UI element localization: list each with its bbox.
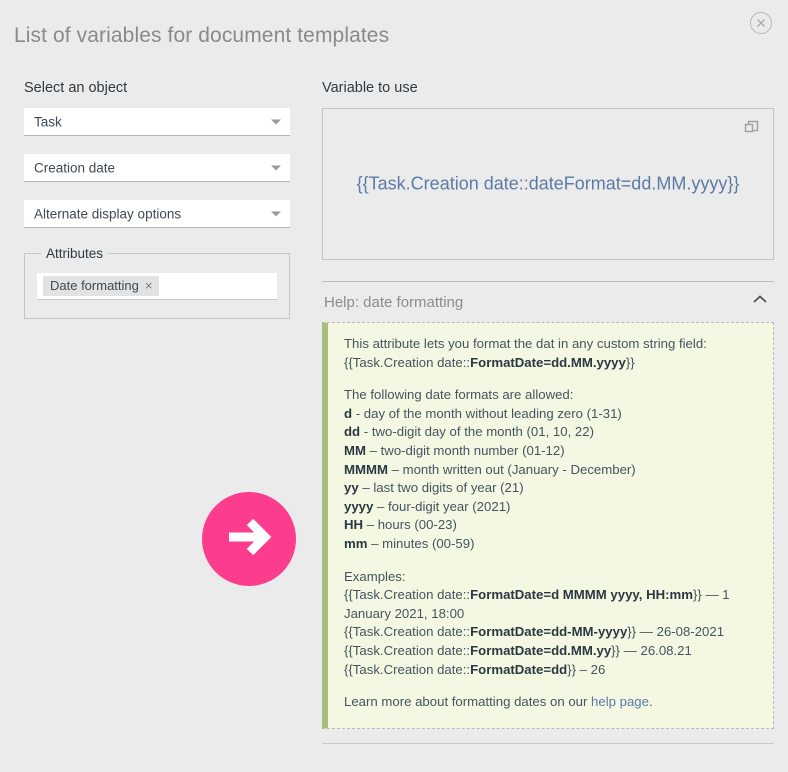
field-select-value: Creation date xyxy=(34,160,116,175)
help-section-header[interactable]: Help: date formatting xyxy=(322,282,774,322)
chevron-up-icon[interactable] xyxy=(750,293,770,312)
format-desc: - two-digit day of the month (01, 10, 22… xyxy=(360,424,594,440)
remove-chip-icon[interactable]: × xyxy=(145,279,153,292)
format-desc: – two-digit month number (01-12) xyxy=(365,442,565,458)
field-select[interactable]: Creation date xyxy=(24,154,290,182)
variable-to-use-label: Variable to use xyxy=(322,80,418,96)
format-desc: - day of the month without leading zero … xyxy=(352,405,622,421)
copy-icon[interactable] xyxy=(743,119,761,142)
variable-panel: Variable to use {{Task.Creation date::da… xyxy=(322,80,774,744)
chevron-down-icon xyxy=(271,165,281,170)
format-token: yyyy xyxy=(344,498,374,514)
format-desc: – month written out (January - December) xyxy=(387,461,636,477)
annotation-arrow xyxy=(202,492,296,586)
object-select-value: Task xyxy=(34,114,62,129)
help-intro-line1: This attribute lets you format the dat i… xyxy=(344,336,707,351)
chevron-down-icon xyxy=(271,119,281,124)
arrow-right-icon xyxy=(221,514,277,565)
page-title: List of variables for document templates xyxy=(14,24,390,47)
display-options-select[interactable]: Alternate display options xyxy=(24,200,290,228)
format-token: MM xyxy=(344,442,366,458)
variable-display-box: {{Task.Creation date::dateFormat=dd.MM.y… xyxy=(322,108,774,260)
bottom-divider xyxy=(322,742,774,744)
example-bold: FormatDate=dd-MM-yyyy xyxy=(470,624,628,640)
close-button[interactable] xyxy=(750,12,772,34)
format-desc: – four-digit year (2021) xyxy=(373,498,511,514)
close-icon xyxy=(751,13,771,33)
example-post: }} — 26.08.21 xyxy=(611,642,692,658)
format-token: mm xyxy=(344,535,368,551)
help-intro: This attribute lets you format the dat i… xyxy=(344,335,757,372)
attributes-input[interactable]: Date formatting × xyxy=(37,273,277,300)
format-desc: – hours (00-23) xyxy=(363,517,457,533)
format-token: d xyxy=(344,405,353,421)
attributes-legend: Attributes xyxy=(46,246,104,261)
object-select[interactable]: Task xyxy=(24,108,290,136)
attribute-chip[interactable]: Date formatting × xyxy=(43,276,160,296)
variable-value[interactable]: {{Task.Creation date::dateFormat=dd.MM.y… xyxy=(357,174,740,195)
select-object-panel: Select an object Task Creation date Alte… xyxy=(24,80,290,319)
help-intro-post: }} xyxy=(625,354,635,370)
help-examples: Examples: {{Task.Creation date::FormatDa… xyxy=(344,568,757,680)
help-footer-text: Learn more about formatting dates on our xyxy=(344,694,592,710)
select-object-label: Select an object xyxy=(24,80,128,96)
help-intro-pre: {{Task.Creation date:: xyxy=(344,354,471,370)
display-options-select-value: Alternate display options xyxy=(34,206,182,221)
help-content: This attribute lets you format the dat i… xyxy=(322,322,774,729)
format-token: yy xyxy=(344,480,359,496)
example-bold: FormatDate=dd.MM.yy xyxy=(470,642,612,658)
example-pre: {{Task.Creation date:: xyxy=(344,587,471,603)
help-title: Help: date formatting xyxy=(324,294,464,311)
help-page-link[interactable]: help page xyxy=(591,694,649,709)
example-pre: {{Task.Creation date:: xyxy=(344,624,471,640)
help-footer: Learn more about formatting dates on our… xyxy=(344,693,757,712)
examples-heading: Examples: xyxy=(344,568,406,584)
example-bold: FormatDate=d MMMM yyyy, HH:mm xyxy=(470,587,693,603)
example-post: }} – 26 xyxy=(567,661,606,677)
format-token: MMMM xyxy=(344,461,388,477)
attributes-fieldset: Attributes Date formatting × xyxy=(24,246,290,319)
help-footer-period: . xyxy=(648,694,653,710)
format-token: dd xyxy=(344,424,361,440)
example-pre: {{Task.Creation date:: xyxy=(344,642,471,658)
format-token: HH xyxy=(344,517,364,533)
attribute-chip-label: Date formatting xyxy=(50,278,139,293)
formats-heading: The following date formats are allowed: xyxy=(344,387,574,403)
example-pre: {{Task.Creation date:: xyxy=(344,661,471,677)
chevron-down-icon xyxy=(271,211,281,216)
help-formats: The following date formats are allowed: … xyxy=(344,386,757,553)
help-intro-bold: FormatDate=dd.MM.yyyy xyxy=(470,354,626,370)
example-bold: FormatDate=dd xyxy=(470,661,568,677)
format-desc: – last two digits of year (21) xyxy=(358,480,524,496)
format-desc: – minutes (00-59) xyxy=(367,535,475,551)
example-post: }} — 26-08-2021 xyxy=(627,624,725,640)
